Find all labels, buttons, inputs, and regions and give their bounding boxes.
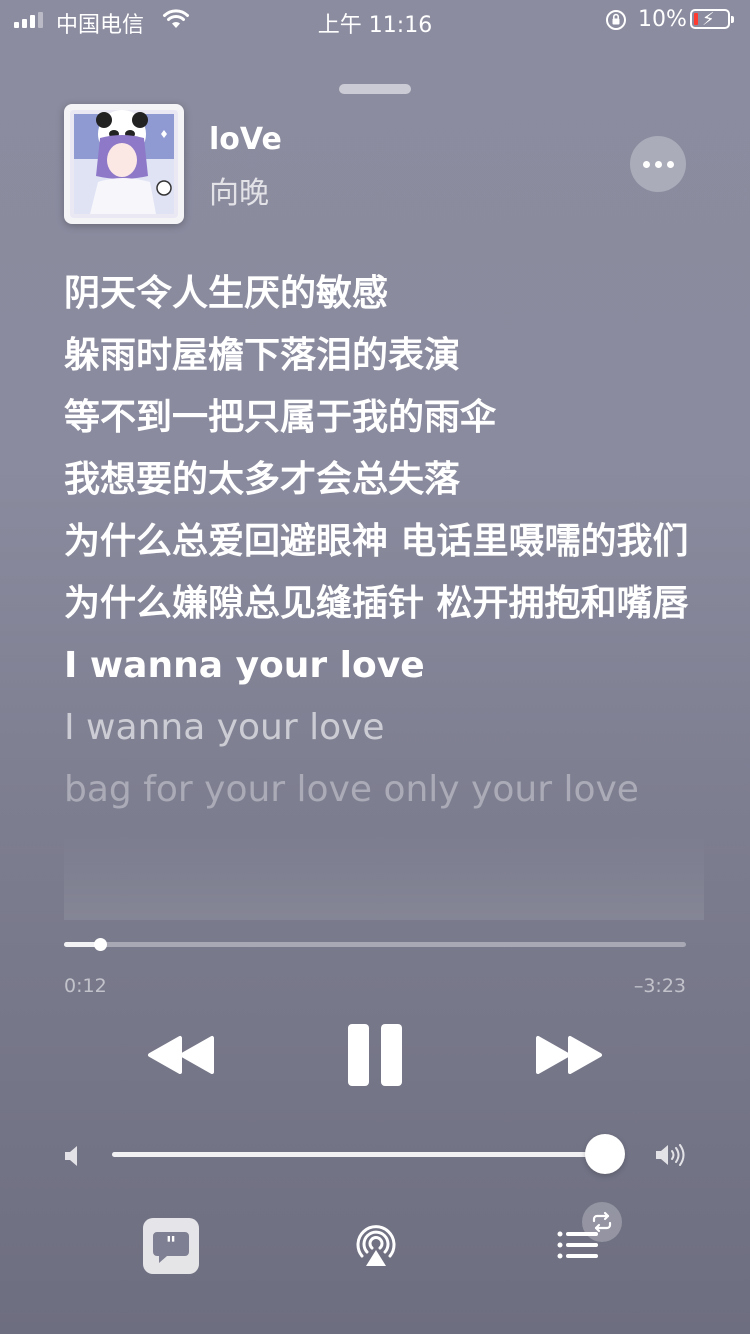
orientation-lock-icon: [604, 8, 628, 38]
rewind-button[interactable]: [146, 1034, 216, 1076]
track-artist[interactable]: 向晚: [209, 168, 269, 212]
fast-forward-button[interactable]: [534, 1034, 604, 1076]
battery-percent: 10%: [638, 7, 687, 32]
lyric-line[interactable]: 为什么嫌隙总见缝插针 松开拥抱和嘴唇: [64, 580, 704, 628]
repeat-button[interactable]: [582, 1202, 622, 1242]
rewind-icon: [148, 1036, 214, 1074]
volume-fill: [112, 1152, 606, 1157]
lyric-line[interactable]: I wanna your love: [64, 704, 704, 752]
remaining-time: –3:23: [633, 975, 686, 997]
lyric-line[interactable]: bag for your love only your love: [64, 766, 704, 814]
airplay-icon: [356, 1225, 396, 1266]
track-title: loVe: [209, 122, 282, 157]
lyric-line[interactable]: I wanna your love: [64, 642, 704, 690]
sheet-grabber[interactable]: [339, 84, 411, 94]
volume-slider-knob[interactable]: [585, 1134, 626, 1174]
svg-text:": ": [166, 1232, 176, 1256]
album-artwork: [64, 104, 184, 224]
status-bar: 中国电信 上午 11:16 10% ⚡: [0, 0, 750, 40]
lyrics-button[interactable]: ": [143, 1218, 199, 1274]
lyrics-fade: [64, 830, 704, 920]
more-options-button[interactable]: [630, 136, 686, 192]
volume-high-icon: [655, 1143, 687, 1171]
fast-forward-icon: [536, 1036, 602, 1074]
battery-charging-icon: ⚡: [690, 9, 734, 30]
lyric-line[interactable]: 躲雨时屋檐下落泪的表演: [64, 332, 704, 380]
repeat-icon: [592, 1211, 612, 1233]
ellipsis-icon: [642, 160, 650, 168]
pause-button[interactable]: [348, 1024, 402, 1086]
playback-scrubber-knob[interactable]: [94, 938, 108, 951]
lyric-line[interactable]: 我想要的太多才会总失落: [64, 456, 704, 504]
pause-icon: [348, 1024, 369, 1086]
elapsed-time: 0:12: [64, 975, 107, 997]
volume-slider[interactable]: [112, 1134, 626, 1174]
playback-scrubber[interactable]: [64, 938, 686, 951]
lyrics-panel[interactable]: 阴天令人生厌的敏感 躲雨时屋檐下落泪的表演 等不到一把只属于我的雨伞 我想要的太…: [64, 270, 704, 920]
lyric-line[interactable]: 阴天令人生厌的敏感: [64, 270, 704, 318]
volume-low-icon: [64, 1145, 80, 1171]
airplay-button[interactable]: [352, 1222, 400, 1270]
lyric-line[interactable]: 等不到一把只属于我的雨伞: [64, 394, 704, 442]
lyrics-icon: ": [153, 1232, 189, 1263]
lyric-line[interactable]: 为什么总爱回避眼神 电话里嗫嚅的我们: [64, 518, 704, 566]
